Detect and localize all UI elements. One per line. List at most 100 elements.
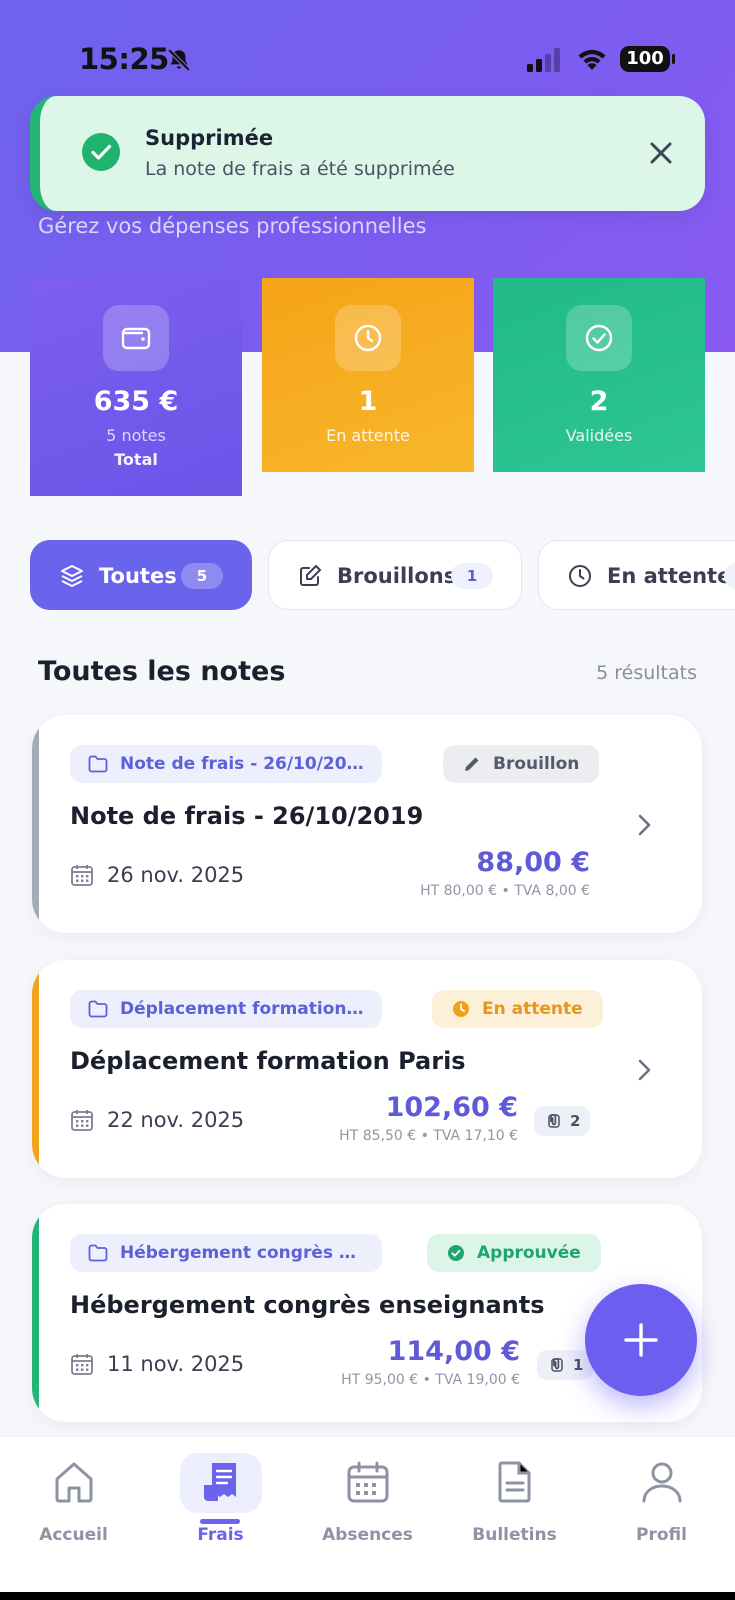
note-amount: 102,60 € (385, 1092, 518, 1123)
document-icon (498, 1461, 531, 1503)
category-chip: Note de frais - 26/10/2019 (70, 745, 382, 783)
nav-item-expenses[interactable]: Frais (147, 1437, 294, 1577)
note-card[interactable]: Note de frais - 26/10/2019 Brouillon Not… (32, 715, 702, 933)
home-indicator (0, 1592, 735, 1600)
stat-total-label: Total (114, 450, 158, 469)
calendar-icon (71, 865, 93, 886)
battery-indicator: 100 (620, 46, 675, 72)
tab-all-label: Toutes (99, 564, 177, 588)
toast-message: La note de frais a été supprimée (145, 158, 455, 180)
check-circle-icon (566, 305, 632, 371)
note-date: 26 nov. 2025 (107, 863, 245, 887)
category-label: Hébergement congrès ens... (120, 1243, 366, 1263)
edit-icon (300, 565, 321, 586)
chevron-right-icon (638, 814, 651, 836)
calendar-icon (71, 1110, 93, 1131)
plus-icon (624, 1323, 658, 1357)
tab-drafts[interactable]: Brouillons 1 (268, 540, 522, 610)
tab-drafts-label: Brouillons (337, 564, 457, 588)
category-chip: Déplacement formation Paris (70, 990, 382, 1028)
status-badge: Approuvée (427, 1234, 601, 1272)
status-time: 15:25 (79, 42, 169, 76)
results-count: 5 résultats (596, 662, 697, 684)
nav-item-payslips[interactable]: Bulletins (441, 1437, 588, 1577)
tab-pending-label: En attente (607, 564, 732, 588)
attachments-count: 2 (570, 1112, 581, 1130)
stat-total-count: 5 notes (106, 426, 166, 445)
stat-validated-label: Validées (565, 426, 633, 445)
section-title: Toutes les notes (38, 656, 286, 687)
note-date: 11 nov. 2025 (107, 1352, 245, 1376)
bottom-navigation: Accueil Frais Absences Bulletins Profil (0, 1436, 735, 1600)
note-title: Hébergement congrès enseignants (70, 1291, 545, 1319)
folder-icon (88, 1000, 108, 1018)
tab-drafts-count: 1 (451, 563, 493, 589)
stat-pending-value: 1 (358, 386, 378, 417)
category-chip: Hébergement congrès ens... (70, 1234, 382, 1272)
user-icon (642, 1462, 682, 1503)
note-title: Déplacement formation Paris (70, 1047, 466, 1075)
note-title: Note de frais - 26/10/2019 (70, 802, 424, 830)
stat-total-value: 635 € (93, 386, 179, 417)
note-amount: 88,00 € (476, 847, 590, 878)
status-color-bar (32, 960, 39, 1178)
status-badge: En attente (432, 990, 603, 1028)
wallet-icon (103, 305, 169, 371)
stat-card-total[interactable]: 635 € 5 notes Total (30, 278, 242, 496)
folder-icon (88, 1244, 108, 1262)
clock-icon (453, 1001, 469, 1017)
attachments-badge: 2 (534, 1106, 591, 1136)
paperclip-icon (551, 1357, 563, 1372)
check-circle-icon (82, 133, 120, 171)
tab-pending[interactable]: En attente 1 (538, 540, 735, 610)
home-icon (55, 1462, 93, 1503)
clock-icon (569, 565, 591, 587)
signal-icon (527, 48, 560, 72)
status-badge: Brouillon (443, 745, 600, 783)
page-subtitle: Gérez vos dépenses professionnelles (38, 214, 427, 238)
add-note-button[interactable] (585, 1284, 697, 1396)
stat-card-validated[interactable]: 2 Validées (493, 278, 705, 472)
note-amount: 114,00 € (387, 1336, 520, 1367)
attachments-badge: 1 (537, 1350, 594, 1380)
note-amount-detail: HT 95,00 € • TVA 19,00 € (341, 1372, 520, 1388)
nav-item-absences[interactable]: Absences (294, 1437, 441, 1577)
category-label: Note de frais - 26/10/2019 (120, 754, 366, 774)
layers-icon (61, 565, 83, 587)
calendar-icon (347, 1461, 389, 1503)
nav-item-profile[interactable]: Profil (588, 1437, 735, 1577)
nav-label-expenses: Frais (197, 1525, 244, 1545)
category-label: Déplacement formation Paris (120, 999, 366, 1019)
status-label: Brouillon (493, 754, 580, 774)
note-date: 22 nov. 2025 (107, 1108, 245, 1132)
nav-label-home: Accueil (39, 1525, 108, 1545)
note-amount-detail: HT 85,50 € • TVA 17,10 € (339, 1128, 518, 1144)
stat-validated-value: 2 (589, 386, 609, 417)
stat-pending-label: En attente (326, 426, 410, 445)
clock-icon (335, 305, 401, 371)
chevron-right-icon (638, 1059, 651, 1081)
check-circle-icon (448, 1245, 464, 1261)
status-label: En attente (482, 999, 583, 1019)
paperclip-icon (548, 1113, 560, 1128)
nav-label-payslips: Bulletins (472, 1525, 557, 1545)
status-bar: 15:25 100 (0, 0, 735, 110)
receipt-icon (204, 1463, 236, 1501)
status-color-bar (32, 1204, 39, 1422)
nav-active-underline (200, 1519, 240, 1524)
calendar-icon (71, 1354, 93, 1375)
nav-label-absences: Absences (322, 1525, 413, 1545)
stat-card-pending[interactable]: 1 En attente (262, 278, 474, 472)
status-color-bar (32, 715, 39, 933)
success-toast: Supprimée La note de frais a été supprim… (30, 96, 705, 211)
close-icon[interactable] (646, 138, 676, 168)
nav-item-home[interactable]: Accueil (0, 1437, 147, 1577)
pencil-icon (465, 757, 479, 771)
wifi-icon (578, 49, 606, 70)
toast-title: Supprimée (145, 126, 274, 150)
attachments-count: 1 (573, 1356, 584, 1374)
note-card[interactable]: Déplacement formation Paris En attente D… (32, 960, 702, 1178)
tab-all-count: 5 (181, 563, 223, 589)
status-label: Approuvée (477, 1243, 581, 1263)
tab-all[interactable]: Toutes 5 (30, 540, 252, 610)
